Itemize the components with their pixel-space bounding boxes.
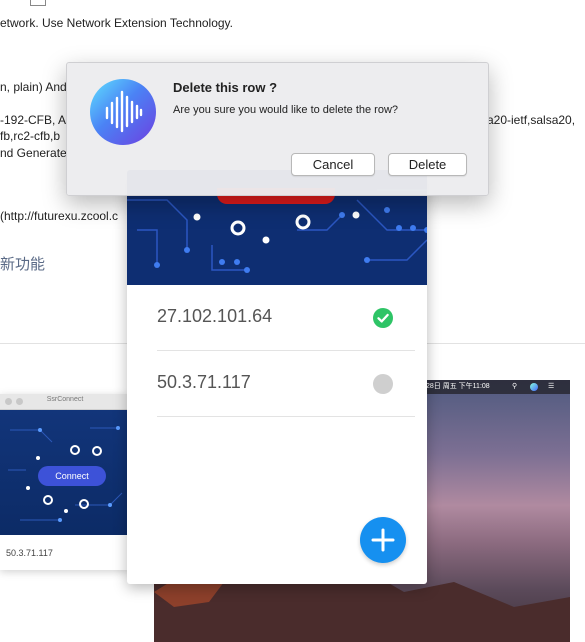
menu-list-icon: ☰ [548,383,555,390]
feature-heading: 新功能 [0,256,46,273]
server-row[interactable]: 50.3.71.117 [127,351,427,417]
mini-server-ip: 50.3.71.117 [6,548,53,558]
row-separator [157,416,415,417]
cancel-button[interactable]: Cancel [291,153,375,176]
mini-window-title: SsrConnect [46,396,84,403]
mini-app-screenshot: SsrConnect Connect 50.3.71.117 [0,394,130,570]
search-icon: ⚲ [512,383,518,390]
plus-icon [371,528,395,552]
server-ip: 50.3.71.117 [157,372,251,392]
alert-message: Are you sure you would like to delete th… [173,104,399,116]
siri-icon [530,383,538,391]
app-window: 27.102.101.64 50.3.71.117 [127,170,427,584]
add-server-button[interactable] [360,517,406,563]
mini-titlebar: SsrConnect [0,394,130,410]
audio-wave-icon [90,79,156,145]
mini-circuit-board: Connect [0,410,130,535]
article-text-line: fb,rc2-cfb,b [0,129,61,143]
server-row[interactable]: 27.102.101.64 [127,285,427,351]
article-text-line: nd Generate [0,146,67,160]
article-text-line: etwork. Use Network Extension Technology… [0,16,233,30]
article-link[interactable]: (http://futurexu.zcool.c [0,209,118,223]
connected-check-icon [373,308,393,328]
server-ip: 27.102.101.64 [157,306,273,326]
heading-icon [30,0,46,6]
mini-connect-button: Connect [38,466,106,486]
alert-title: Delete this row ? [173,80,278,95]
article-text-line: -192-CFB, A [0,113,67,127]
article-text-line: n, plain) And [0,80,67,94]
delete-button[interactable]: Delete [388,153,467,176]
delete-alert-dialog: Delete this row ? Are you sure you would… [66,62,489,196]
menubar-clock: 28日 周五 下午11:08 [426,383,490,390]
article-text-line: a20-ietf,salsa20, [487,113,576,127]
disconnected-status-icon [373,374,393,394]
